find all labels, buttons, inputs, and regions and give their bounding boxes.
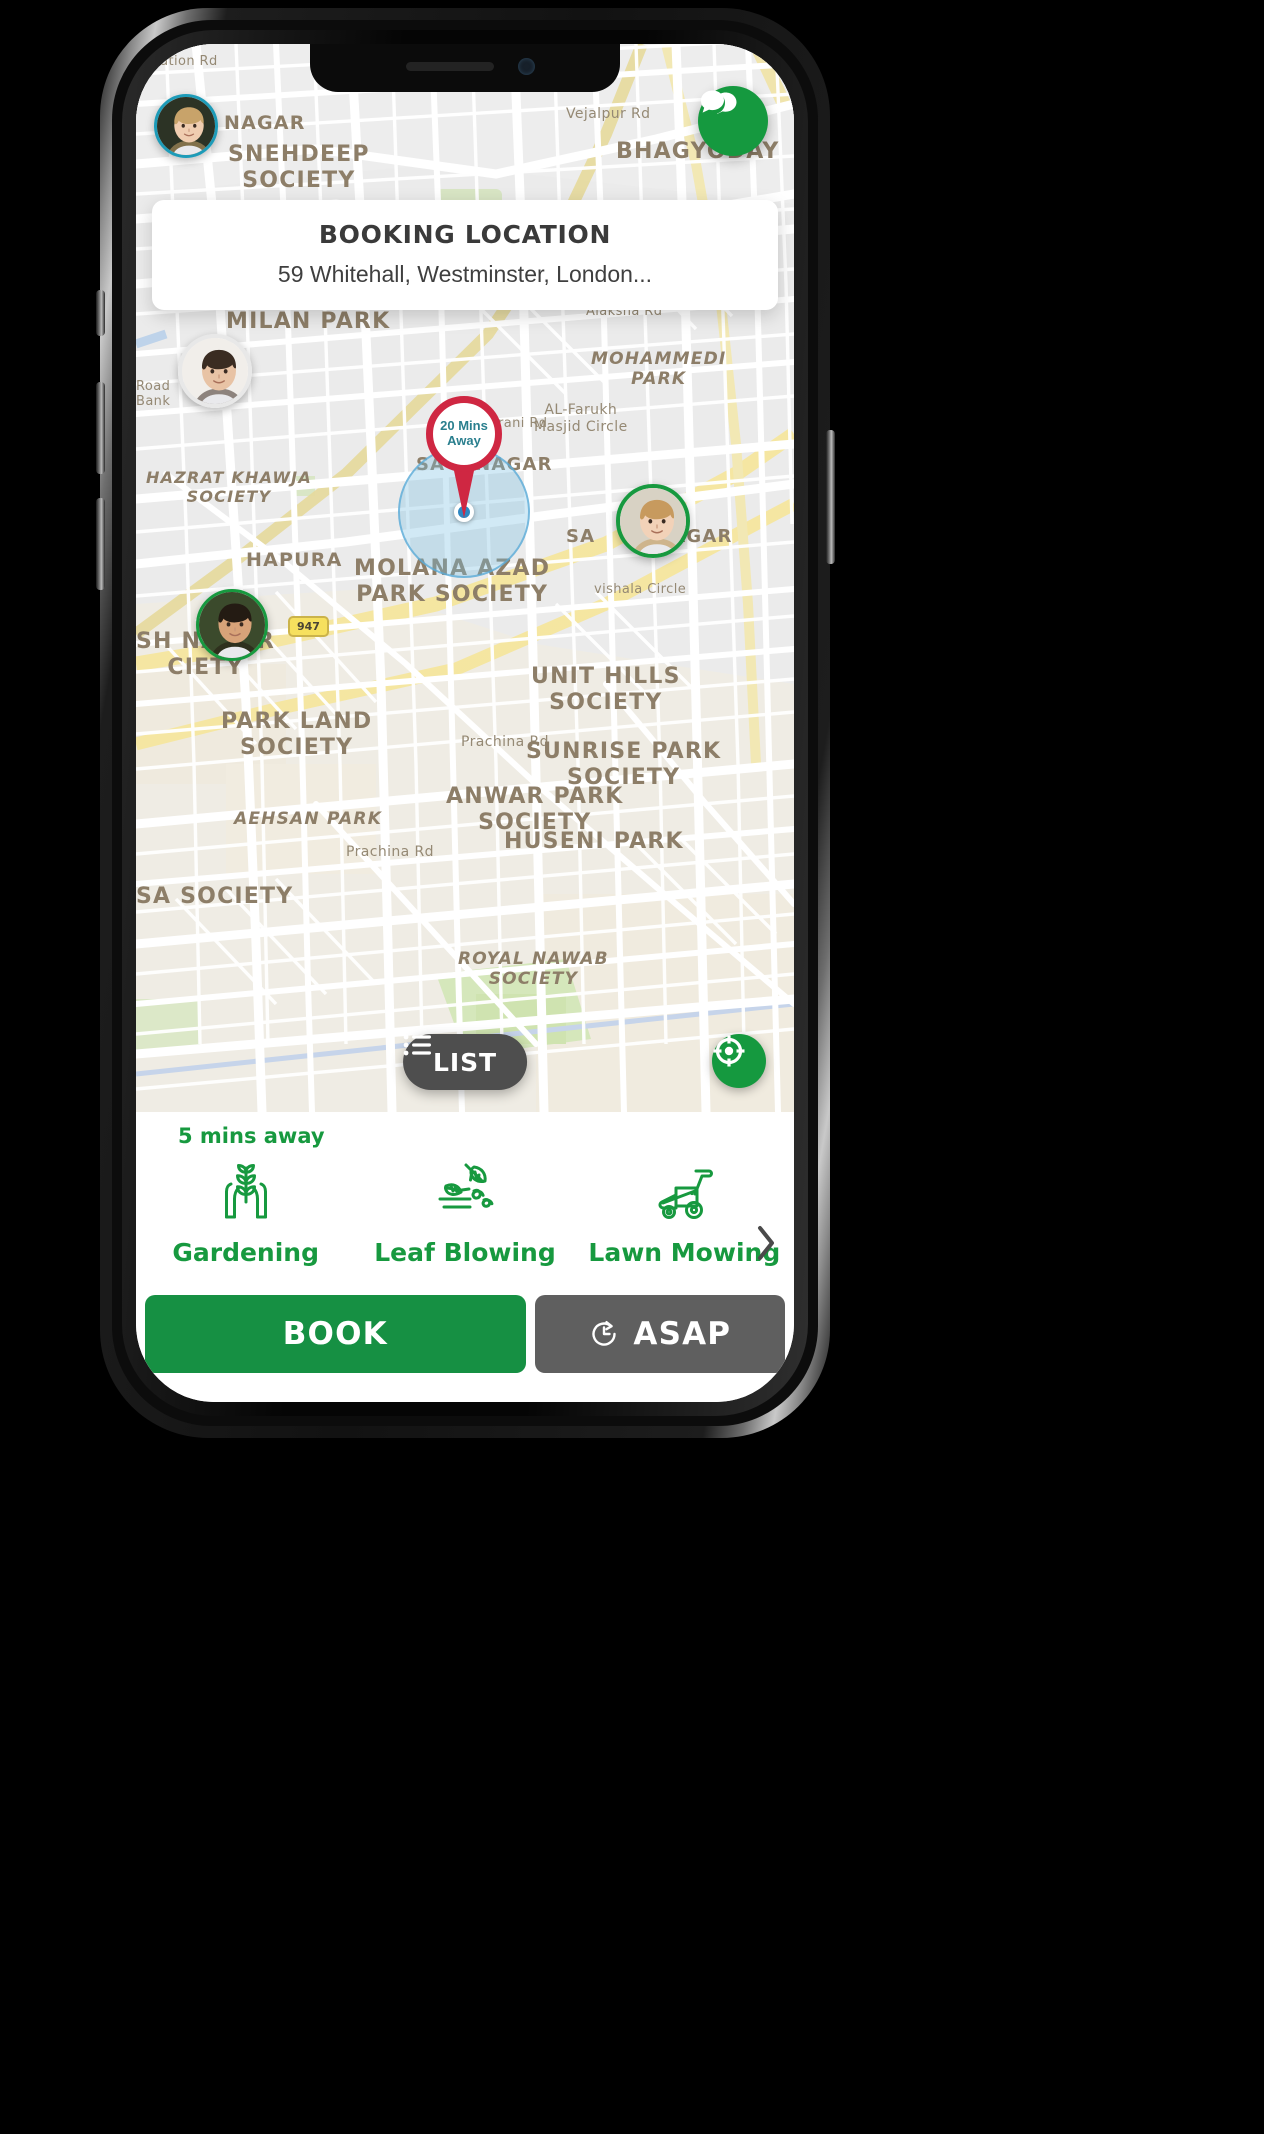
chat-button[interactable]	[698, 86, 768, 156]
phone-notch	[310, 44, 620, 92]
silent-switch[interactable]	[96, 290, 105, 336]
asap-button[interactable]: ASAP	[534, 1295, 785, 1373]
chevron-right-icon	[758, 1226, 774, 1260]
front-camera	[518, 58, 535, 75]
avatar-provider-2[interactable]	[178, 334, 252, 408]
chat-bubbles-icon	[701, 90, 737, 114]
avatar-portrait	[199, 592, 265, 658]
list-toggle-button[interactable]: LIST	[403, 1034, 527, 1090]
booking-location-title: BOOKING LOCATION	[318, 220, 612, 249]
booking-location-card[interactable]: BOOKING LOCATION 59 Whitehall, Westminst…	[152, 200, 778, 310]
avatar-portrait	[182, 338, 248, 404]
service-carousel[interactable]: Gardening Leaf Blowing Lawn Mowing	[136, 1154, 794, 1267]
avatar-portrait	[157, 97, 215, 155]
avatar-provider-4[interactable]	[616, 484, 690, 558]
list-button-label: LIST	[433, 1047, 497, 1077]
road-shield-947: 947	[288, 616, 329, 637]
service-item-leaf-blowing[interactable]: Leaf Blowing	[355, 1154, 574, 1267]
eta-badge: 5 mins away	[178, 1124, 325, 1148]
action-bar: BOOK ASAP	[136, 1290, 794, 1402]
book-button[interactable]: BOOK	[145, 1295, 526, 1373]
services-next-button[interactable]	[746, 1198, 786, 1288]
avatar-provider-3[interactable]	[196, 589, 268, 661]
leaves-wind-icon	[428, 1154, 502, 1230]
volume-down-button[interactable]	[96, 498, 105, 590]
earpiece-speaker	[406, 62, 494, 71]
hands-plant-icon	[209, 1154, 283, 1230]
lawn-mower-icon	[645, 1154, 723, 1230]
service-item-gardening[interactable]: Gardening	[136, 1154, 355, 1267]
pin-eta-label: 20 Mins Away	[440, 418, 488, 448]
screenshot-stage: Station Rd NAGAR SNEHDEEP SOCIETY Vejalpur …	[0, 0, 1264, 2134]
pin-eta-badge[interactable]: 20 Mins Away	[426, 396, 502, 472]
clock-arrow-icon	[592, 1321, 617, 1346]
phone-screen: Station Rd NAGAR SNEHDEEP SOCIETY Vejalpur …	[136, 44, 794, 1402]
service-label-leaf-blowing: Leaf Blowing	[374, 1238, 556, 1267]
bottom-panel: 5 mins away Gardening Leaf Blowing Lawn …	[136, 1112, 794, 1402]
map-view[interactable]: Station Rd NAGAR SNEHDEEP SOCIETY Vejalpur …	[136, 44, 794, 1112]
volume-up-button[interactable]	[96, 382, 105, 474]
crosshair-target-icon	[713, 1035, 745, 1067]
list-lines-icon	[403, 1034, 432, 1056]
avatar-provider-1[interactable]	[154, 94, 218, 158]
booking-location-address[interactable]: 59 Whitehall, Westminster, London...	[168, 261, 762, 288]
asap-button-label: ASAP	[633, 1316, 732, 1352]
service-label-gardening: Gardening	[172, 1238, 319, 1267]
pin-tail	[453, 466, 475, 518]
locate-me-button[interactable]	[712, 1034, 766, 1088]
avatar-portrait	[620, 488, 686, 554]
power-button[interactable]	[826, 430, 835, 564]
